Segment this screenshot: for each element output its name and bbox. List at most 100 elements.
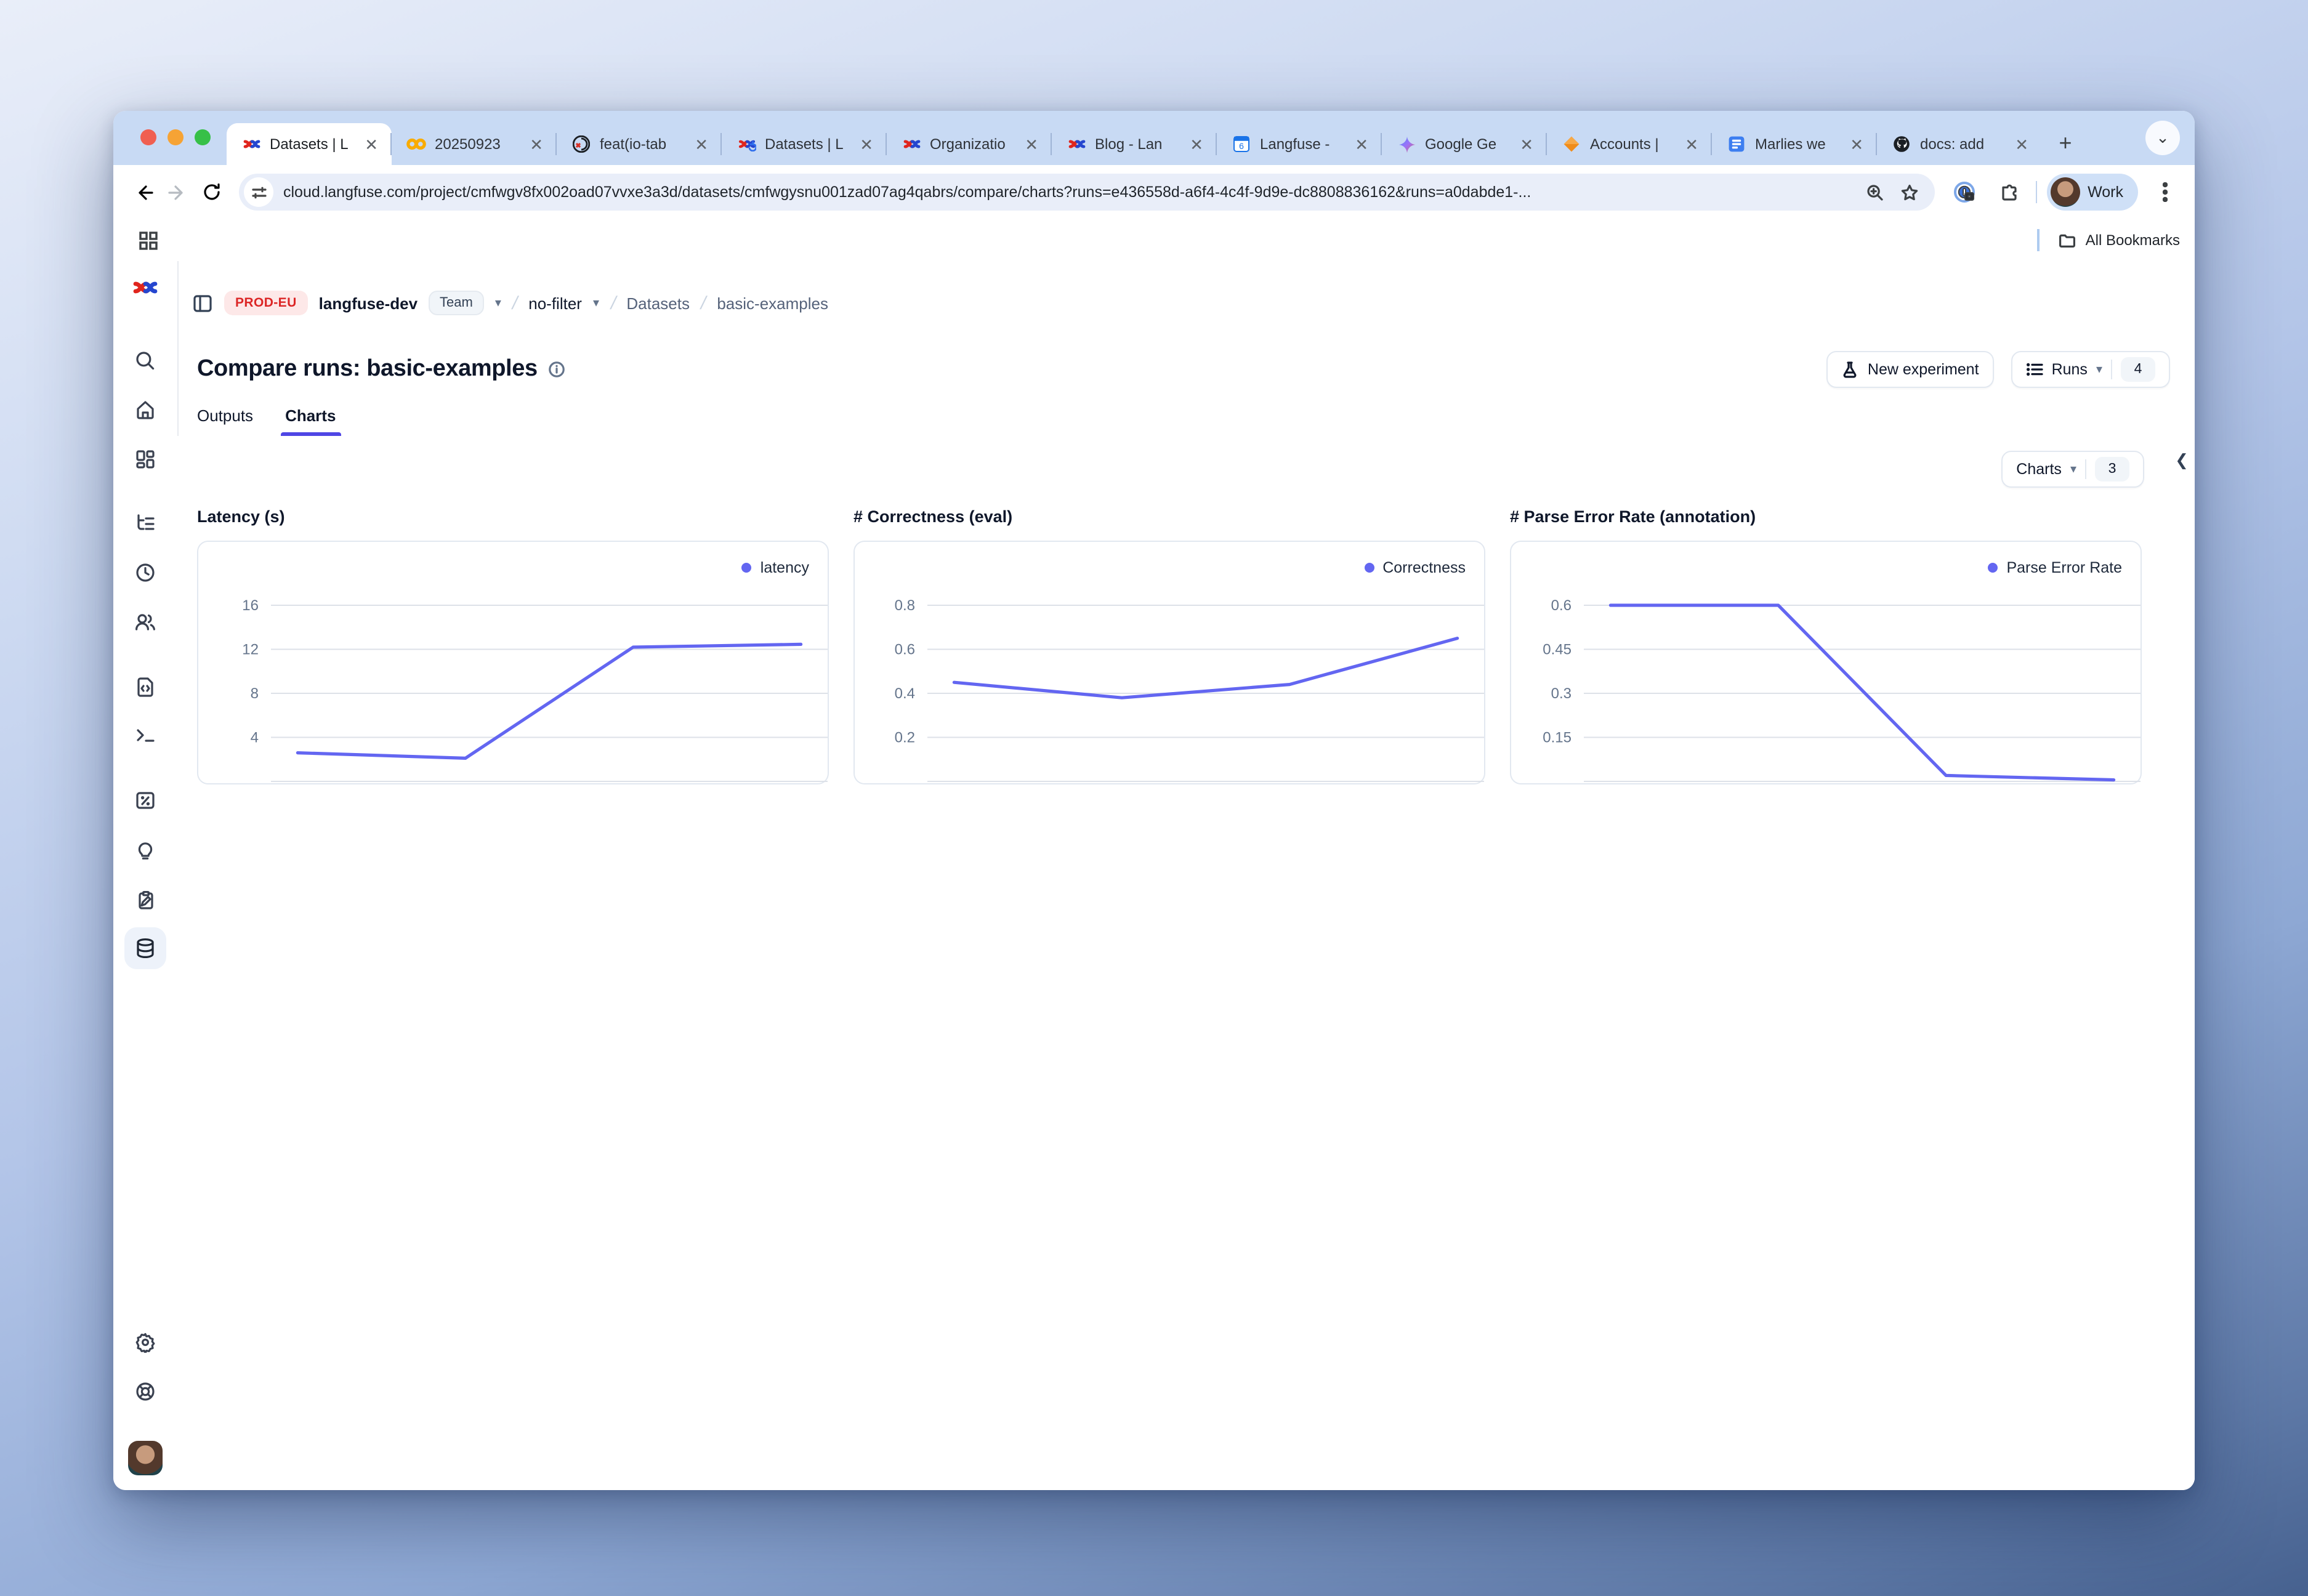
project-chevron-icon[interactable]: ▾ xyxy=(593,296,599,310)
new-tab-button[interactable]: + xyxy=(2049,127,2081,159)
browser-tab[interactable]: Marlies we ✕ xyxy=(1712,123,1877,165)
tab-outputs[interactable]: Outputs xyxy=(197,406,253,436)
tab-close-icon[interactable]: ✕ xyxy=(1351,135,1372,153)
info-icon[interactable] xyxy=(549,361,566,378)
charts-selector-button[interactable]: Charts ▾ 3 xyxy=(2001,451,2144,488)
svg-text:16: 16 xyxy=(242,597,259,614)
charts-panel: Charts ▾ 3 Latency (s) # Correctness (ev… xyxy=(177,436,2169,1490)
tab-title: feat(io-tab xyxy=(600,135,682,153)
browser-toolbar: cloud.langfuse.com/project/cmfwgv8fx002o… xyxy=(113,165,2195,219)
browser-tab[interactable]: Blog - Lan ✕ xyxy=(1052,123,1217,165)
minimize-window-button[interactable] xyxy=(167,129,184,145)
window-controls[interactable] xyxy=(140,129,211,145)
sessions-clock-icon[interactable] xyxy=(135,562,156,583)
langfuse-icon xyxy=(1067,134,1086,154)
tab-title: Marlies we xyxy=(1755,135,1838,153)
password-manager-icon[interactable] xyxy=(1947,175,1982,209)
browser-tab[interactable]: Organizatio ✕ xyxy=(887,123,1052,165)
github-pr-closed-icon xyxy=(571,134,591,154)
project-name[interactable]: no-filter xyxy=(528,294,582,312)
browser-tab[interactable]: feat(io-tab ✕ xyxy=(557,123,722,165)
browser-tab[interactable]: Datasets | L ✕ xyxy=(227,123,392,165)
breadcrumb-separator: / xyxy=(698,292,708,313)
reload-button[interactable] xyxy=(195,175,229,209)
breadcrumb-datasets-link[interactable]: Datasets xyxy=(626,294,690,312)
profile-chip[interactable]: Work xyxy=(2047,174,2138,211)
dashboard-icon[interactable] xyxy=(135,449,156,470)
evaluation-percent-icon[interactable] xyxy=(135,790,156,811)
datasets-database-icon[interactable] xyxy=(124,927,166,969)
zoom-icon[interactable] xyxy=(1861,179,1888,206)
address-bar[interactable]: cloud.langfuse.com/project/cmfwgv8fx002o… xyxy=(239,174,1935,211)
parse-error-plot: 0.150.30.450.6 xyxy=(1511,542,2141,783)
tab-close-icon[interactable]: ✕ xyxy=(361,135,382,153)
prompts-file-icon[interactable] xyxy=(135,677,156,698)
bookmarks-bar: All Bookmarks xyxy=(113,219,2195,262)
breadcrumb-dataset-name[interactable]: basic-examples xyxy=(717,294,828,312)
back-button[interactable] xyxy=(126,175,160,209)
tab-close-icon[interactable]: ✕ xyxy=(856,135,877,153)
search-icon[interactable] xyxy=(135,350,156,371)
svg-text:0.6: 0.6 xyxy=(1551,597,1572,614)
runs-selector-button[interactable]: Runs ▾ 4 xyxy=(2011,351,2170,388)
fullscreen-window-button[interactable] xyxy=(195,129,211,145)
browser-tab[interactable]: Accounts | ✕ xyxy=(1547,123,1712,165)
right-rail: ❮ xyxy=(2168,436,2195,1490)
browser-tab[interactable]: 6 Langfuse - ✕ xyxy=(1217,123,1382,165)
runs-count-badge: 4 xyxy=(2121,357,2155,382)
user-avatar[interactable] xyxy=(128,1441,163,1475)
tab-charts[interactable]: Charts xyxy=(285,406,336,436)
browser-tab[interactable]: 20250923 ✕ xyxy=(392,123,557,165)
new-experiment-button[interactable]: New experiment xyxy=(1827,351,1994,388)
forward-button[interactable] xyxy=(160,175,195,209)
browser-tab[interactable]: Datasets | L ✕ xyxy=(722,123,887,165)
tab-search-chevron-icon[interactable]: ⌄ xyxy=(2145,121,2180,155)
tab-close-icon[interactable]: ✕ xyxy=(1516,135,1537,153)
langfuse-logo[interactable] xyxy=(132,279,159,302)
tab-close-icon[interactable]: ✕ xyxy=(1021,135,1042,153)
settings-gear-icon[interactable] xyxy=(135,1332,156,1353)
users-icon[interactable] xyxy=(134,611,156,632)
browser-menu-icon[interactable] xyxy=(2148,175,2182,209)
all-bookmarks-button[interactable]: All Bookmarks xyxy=(2038,229,2180,251)
correctness-plot: 0.20.40.60.8 xyxy=(855,542,1484,783)
collapse-panel-chevron-icon[interactable]: ❮ xyxy=(2175,451,2189,470)
svg-text:4: 4 xyxy=(251,730,259,746)
latency-plot: 481216 xyxy=(198,542,828,783)
site-settings-icon[interactable] xyxy=(244,177,273,207)
tab-close-icon[interactable]: ✕ xyxy=(1681,135,1702,153)
tab-title: Accounts | xyxy=(1590,135,1672,153)
tab-close-icon[interactable]: ✕ xyxy=(2011,135,2032,153)
tab-close-icon[interactable]: ✕ xyxy=(1186,135,1207,153)
org-chevron-icon[interactable]: ▾ xyxy=(495,296,501,310)
url-text[interactable]: cloud.langfuse.com/project/cmfwgv8fx002o… xyxy=(283,183,1854,201)
tab-close-icon[interactable]: ✕ xyxy=(1846,135,1867,153)
tracing-icon[interactable] xyxy=(135,513,156,534)
judge-lightbulb-icon[interactable] xyxy=(135,840,156,861)
tab-close-icon[interactable]: ✕ xyxy=(691,135,712,153)
tab-title: Datasets | L xyxy=(765,135,847,153)
correctness-legend: Correctness xyxy=(1364,559,1466,576)
environment-badge: PROD-EU xyxy=(224,291,308,315)
extensions-puzzle-icon[interactable] xyxy=(1991,175,2026,209)
legend-label: Parse Error Rate xyxy=(2006,559,2122,576)
gemini-icon xyxy=(1397,134,1416,154)
apps-grid-icon[interactable] xyxy=(131,223,165,257)
tab-close-icon[interactable]: ✕ xyxy=(526,135,547,153)
org-name[interactable]: langfuse-dev xyxy=(319,294,418,312)
runs-label: Runs xyxy=(2052,361,2088,378)
browser-tab[interactable]: docs: add ✕ xyxy=(1877,123,2042,165)
home-icon[interactable] xyxy=(135,400,156,421)
browser-tab[interactable]: Google Ge ✕ xyxy=(1382,123,1547,165)
bookmark-star-icon[interactable] xyxy=(1895,179,1923,206)
support-lifebuoy-icon[interactable] xyxy=(135,1381,156,1402)
playground-terminal-icon[interactable] xyxy=(135,725,156,746)
close-window-button[interactable] xyxy=(140,129,156,145)
tab-title: Google Ge xyxy=(1425,135,1507,153)
runs-chevron-icon: ▾ xyxy=(2096,363,2102,376)
annotation-clipboard-icon[interactable] xyxy=(135,890,156,911)
sidebar-toggle-icon[interactable] xyxy=(192,292,213,313)
svg-text:0.6: 0.6 xyxy=(895,642,915,658)
legend-dot-icon xyxy=(742,563,752,573)
svg-text:0.8: 0.8 xyxy=(895,597,915,614)
